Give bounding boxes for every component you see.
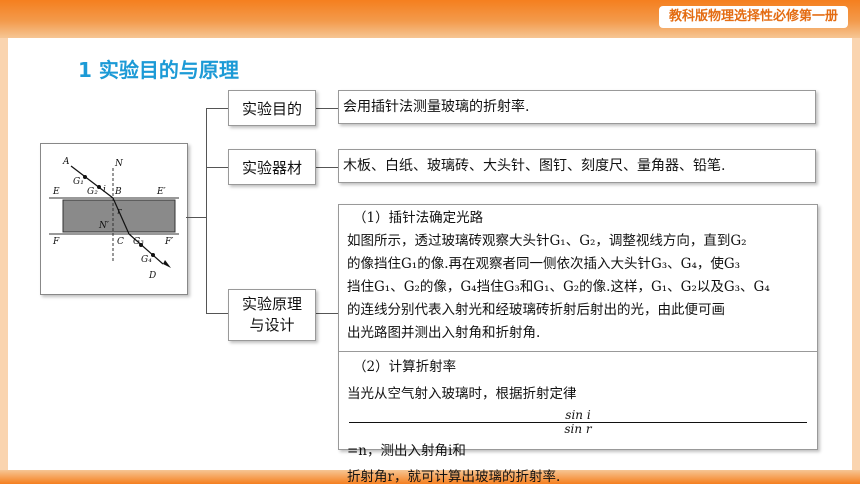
equipment-text: 木板、白纸、玻璃砖、大头针、图钉、刻度尺、量角器、铅笔. <box>343 157 726 174</box>
method-line-3: 挡住G₁、G₂的像，G₄挡住G₃和G₁、G₂的像.这样，G₁、G₂以及G₃、G₄ <box>347 279 770 295</box>
right-edge-decoration <box>852 38 860 470</box>
calc-line-2: 折射角r，就可计算出玻璃的折射率. <box>347 469 561 485</box>
method-line-2: 的像挡住G₁的像.再在观察者同一侧依次插入大头针G₃、G₄，使G₃ <box>347 256 741 272</box>
principle-label-box: 实验原理 与设计 <box>228 289 316 341</box>
connector-figure <box>186 217 206 218</box>
label-c: C <box>117 237 124 247</box>
purpose-content-box: 会用插针法测量玻璃的折射率. <box>338 90 816 124</box>
purpose-label: 实验目的 <box>241 99 302 118</box>
connector-equipment-text <box>314 167 338 168</box>
label-e-prime: E′ <box>156 187 166 197</box>
principle-label-line1: 实验原理 <box>241 295 302 313</box>
section-divider <box>339 351 817 352</box>
label-e: E <box>52 187 60 197</box>
label-n-prime: N′ <box>98 221 109 231</box>
principle-content-box: （1）插针法确定光路 如图所示，透过玻璃砖观察大头针G₁、G₂，调整视线方向，直… <box>338 204 818 485</box>
label-a: A <box>62 157 70 167</box>
label-g2: G₂ <box>87 187 98 197</box>
calc-line-1-before: 当光从空气射入玻璃时，根据折射定律 <box>347 386 577 402</box>
connector-spine <box>206 108 207 313</box>
calc-line-1-after: =n，测出入射角i和 <box>347 443 466 459</box>
label-g4: G₄ <box>141 255 152 265</box>
snell-numerator: sin i <box>349 409 807 423</box>
refraction-diagram-svg: A N G₁ G₂ B E E′ F F′ N′ C G₃ G₄ D i r <box>49 157 179 281</box>
label-d: D <box>148 271 156 281</box>
refraction-diagram: A N G₁ G₂ B E E′ F F′ N′ C G₃ G₄ D i r <box>40 143 188 295</box>
principle-label-line2: 与设计 <box>249 316 295 334</box>
connector-purpose <box>206 108 228 109</box>
label-r: r <box>117 207 122 217</box>
snell-denominator: sin r <box>564 422 592 436</box>
label-g3: G₃ <box>133 237 144 247</box>
header-bar: 教科版物理选择性必修第一册 <box>0 0 860 38</box>
section-title: 1 实验目的与原理 <box>78 58 239 82</box>
label-n: N <box>114 159 124 169</box>
textbook-badge: 教科版物理选择性必修第一册 <box>658 6 848 28</box>
left-edge-decoration <box>0 38 8 470</box>
label-g1: G₁ <box>73 177 84 187</box>
equipment-label: 实验器材 <box>241 158 302 177</box>
method-line-5: 出光路图并测出入射角和折射角. <box>347 325 541 341</box>
connector-principle <box>206 313 228 314</box>
purpose-text: 会用插针法测量玻璃的折射率. <box>343 98 530 115</box>
method-heading: （1）插针法确定光路 <box>353 210 484 226</box>
label-b: B <box>114 187 122 197</box>
method-line-4: 的连线分别代表入射光和经玻璃砖折射后射出的光，由此便可画 <box>347 302 725 318</box>
method-line-1: 如图所示，透过玻璃砖观察大头针G₁、G₂，调整视线方向，直到G₂ <box>347 233 747 249</box>
equipment-label-box: 实验器材 <box>228 149 316 185</box>
equipment-content-box: 木板、白纸、玻璃砖、大头针、图钉、刻度尺、量角器、铅笔. <box>338 149 816 183</box>
eye-icon <box>163 260 171 268</box>
connector-purpose-text <box>314 108 338 109</box>
label-f: F <box>52 237 60 247</box>
connector-principle-text <box>314 313 338 314</box>
label-f-prime: F′ <box>164 237 173 247</box>
label-i: i <box>103 185 106 195</box>
calc-heading: （2）计算折射率 <box>353 359 457 375</box>
purpose-label-box: 实验目的 <box>228 90 316 126</box>
snell-fraction: sin i sin r <box>349 409 807 436</box>
connector-equipment <box>206 167 228 168</box>
calc-line-1: 当光从空气射入玻璃时，根据折射定律 sin i sin r =n，测出入射角i和 <box>347 379 809 466</box>
